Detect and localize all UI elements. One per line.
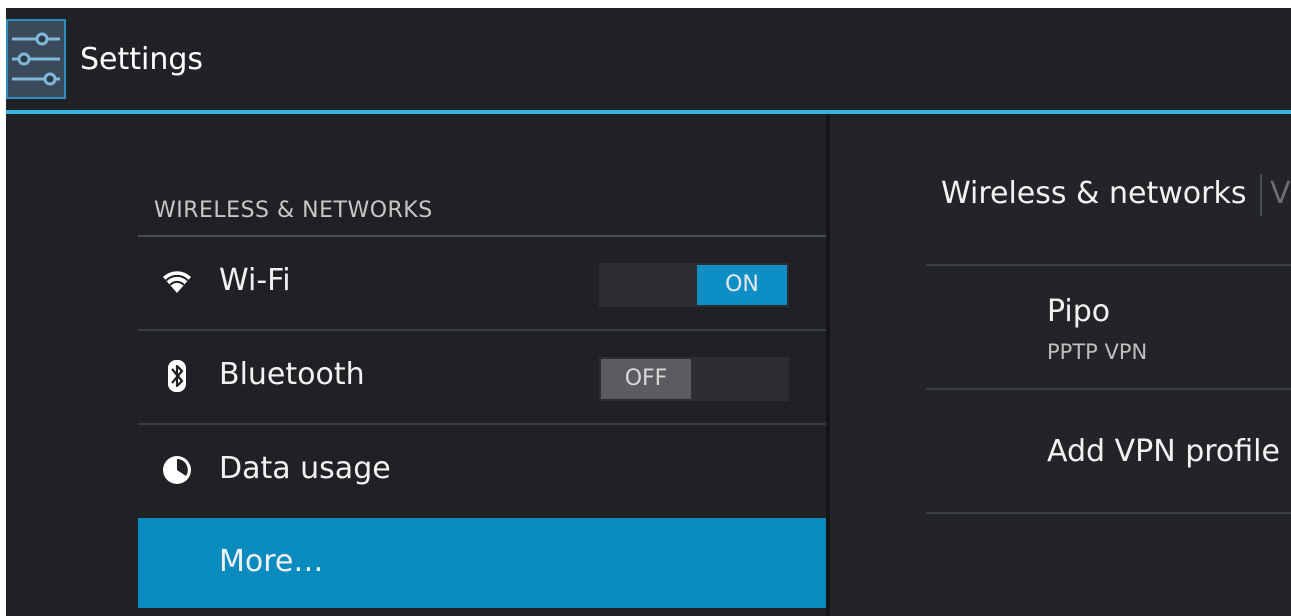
breadcrumb-separator — [1260, 174, 1262, 216]
action-bar: Settings — [6, 8, 1291, 110]
sidebar-item-label: Wi-Fi — [219, 263, 291, 298]
bluetooth-icon — [160, 359, 194, 393]
toggle-state: ON — [697, 265, 787, 305]
sidebar-item-more[interactable]: More… — [138, 518, 826, 608]
sidebar-item-bluetooth[interactable]: Bluetooth OFF — [138, 331, 826, 421]
list-divider — [926, 388, 1291, 390]
toggle-state: OFF — [601, 359, 691, 399]
vpn-profile-type: PPTP VPN — [1047, 340, 1148, 364]
detail-pane: Wireless & networks V Pipo PPTP VPN Add … — [830, 118, 1291, 616]
list-divider — [926, 264, 1291, 266]
bluetooth-toggle[interactable]: OFF — [599, 357, 789, 401]
data-usage-icon — [160, 453, 194, 487]
breadcrumb-next[interactable]: V — [1270, 176, 1291, 211]
vpn-profile-name: Pipo — [1047, 294, 1111, 329]
breadcrumb[interactable]: Wireless & networks — [941, 176, 1246, 211]
settings-sliders-icon — [12, 32, 60, 86]
sidebar-item-label: More… — [219, 544, 324, 579]
wifi-toggle[interactable]: ON — [599, 263, 789, 307]
settings-app-icon[interactable] — [6, 19, 66, 99]
add-vpn-profile-button[interactable]: Add VPN profile — [1047, 434, 1280, 469]
settings-headers-list: WIRELESS & NETWORKS Wi-Fi ON Bluetooth O… — [6, 114, 826, 616]
sidebar-item-label: Data usage — [219, 451, 391, 486]
list-divider — [926, 512, 1291, 514]
app-title: Settings — [80, 42, 204, 77]
settings-window: Settings WIRELESS & NETWORKS Wi-Fi ON Bl… — [6, 8, 1291, 616]
sidebar-item-wifi[interactable]: Wi-Fi ON — [138, 237, 826, 327]
sidebar-item-label: Bluetooth — [219, 357, 365, 392]
section-header: WIRELESS & NETWORKS — [154, 198, 433, 223]
wifi-icon — [160, 265, 194, 299]
sidebar-item-data-usage[interactable]: Data usage — [138, 425, 826, 515]
